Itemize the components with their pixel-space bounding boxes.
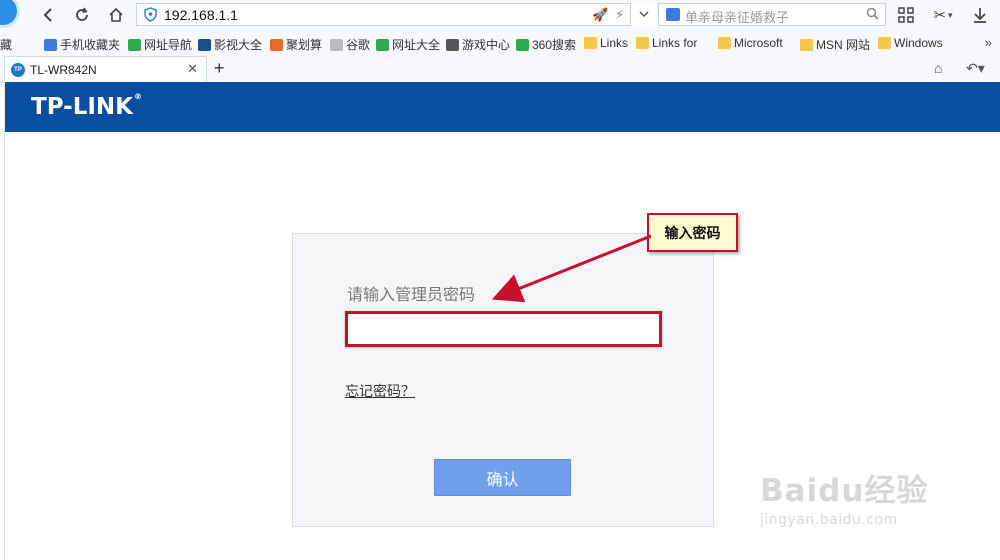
logo-registered-mark: ® bbox=[133, 92, 142, 101]
search-engine-icon[interactable] bbox=[666, 8, 680, 21]
page-header: TP-LINK® bbox=[5, 82, 1000, 132]
undo-close-icon[interactable]: ↶▾ bbox=[966, 60, 985, 77]
annotation-callout: 输入密码 bbox=[647, 213, 738, 252]
password-input[interactable] bbox=[345, 311, 662, 347]
new-tab-button[interactable]: + bbox=[214, 58, 225, 79]
tp-link-favicon-icon: TP bbox=[11, 63, 25, 77]
logo-text: TP-LINK bbox=[31, 94, 133, 120]
bookmark-label: Links bbox=[600, 36, 629, 50]
bookmark-label: Windows bbox=[894, 36, 943, 50]
browser-toolbar: 192.168.1.1 🚀 ⚡ 单亲母亲征婚救子 ✂ ▾ bbox=[0, 0, 1000, 31]
baidu-watermark: Baidu经验 jingyan.baidu.com bbox=[760, 465, 928, 528]
tp-link-logo: TP-LINK® bbox=[31, 92, 142, 120]
browser-logo-icon[interactable] bbox=[0, 0, 20, 28]
bookmark-item[interactable]: 游戏中心 bbox=[446, 36, 510, 53]
watermark-brand: Baidu经验 bbox=[760, 473, 929, 509]
bookmarks-overflow-icon[interactable]: » bbox=[985, 35, 992, 50]
deal-icon bbox=[270, 38, 283, 51]
password-prompt-label: 请输入管理员密码 bbox=[347, 287, 476, 304]
bookmark-item[interactable]: Links for bbox=[636, 36, 697, 50]
game-icon bbox=[446, 38, 459, 51]
folder-icon bbox=[636, 37, 649, 49]
video-icon bbox=[198, 38, 211, 51]
bookmark-item[interactable]: 手机收藏夹 bbox=[44, 36, 120, 53]
lightning-icon[interactable]: ⚡ bbox=[615, 7, 624, 23]
bookmark-label: Links for bbox=[652, 36, 698, 50]
security-shield-icon bbox=[144, 7, 157, 25]
folder-icon bbox=[800, 38, 813, 51]
tab-title: TL-WR842N bbox=[30, 63, 97, 77]
search-box[interactable]: 单亲母亲征婚救子 bbox=[658, 3, 886, 26]
bookmark-label: 藏 bbox=[0, 38, 13, 52]
tab-router[interactable]: TP TL-WR842N ✕ bbox=[4, 56, 207, 82]
confirm-button[interactable]: 确认 bbox=[434, 459, 571, 496]
bookmark-label: 影视大全 bbox=[214, 38, 263, 52]
bookmark-item[interactable]: Windows bbox=[878, 36, 943, 50]
refresh-button[interactable] bbox=[70, 4, 94, 26]
nav-icon bbox=[128, 38, 141, 51]
bookmark-label: 聚划算 bbox=[286, 38, 323, 52]
page-icon bbox=[330, 38, 343, 51]
bookmark-item[interactable]: 影视大全 bbox=[198, 36, 262, 53]
bookmark-item[interactable]: 谷歌 bbox=[330, 36, 370, 53]
bookmark-label: 谷歌 bbox=[346, 38, 371, 52]
bookmark-item[interactable]: 藏 bbox=[0, 36, 12, 53]
back-button[interactable] bbox=[36, 4, 60, 26]
folder-icon bbox=[878, 37, 891, 49]
watermark-url: jingyan.baidu.com bbox=[760, 512, 898, 528]
bookmark-item[interactable]: Links bbox=[584, 36, 628, 50]
screenshot-scissors-icon[interactable]: ✂ ▾ bbox=[928, 4, 958, 26]
clean-icon[interactable]: ⌂ bbox=[934, 60, 942, 76]
apps-grid-icon[interactable] bbox=[896, 4, 916, 26]
address-dropdown-button[interactable] bbox=[630, 3, 656, 26]
folder-icon bbox=[718, 37, 731, 49]
login-panel: 请输入管理员密码 忘记密码？ 确认 bbox=[292, 233, 714, 527]
phone-icon bbox=[44, 38, 57, 51]
site-icon bbox=[376, 38, 389, 51]
search-input[interactable]: 单亲母亲征婚救子 bbox=[685, 7, 789, 26]
download-icon[interactable] bbox=[970, 4, 990, 26]
tab-strip: TP TL-WR842N ✕ + ⌂ ↶▾ bbox=[0, 56, 1000, 83]
folder-icon bbox=[584, 37, 597, 49]
rocket-icon[interactable]: 🚀 bbox=[592, 7, 608, 23]
address-text[interactable]: 192.168.1.1 bbox=[164, 7, 238, 23]
bookmark-item[interactable]: 360搜索 bbox=[516, 36, 576, 53]
bookmark-item[interactable]: 网址大全 bbox=[376, 36, 440, 53]
search360-icon bbox=[516, 38, 529, 51]
tab-close-icon[interactable]: ✕ bbox=[187, 61, 198, 77]
bookmark-label: 360搜索 bbox=[532, 38, 577, 52]
bookmark-label: MSN 网站 bbox=[816, 38, 871, 52]
home-button[interactable] bbox=[104, 4, 128, 26]
bookmark-label: 网址大全 bbox=[392, 38, 441, 52]
bookmark-item[interactable]: Microsoft bbox=[718, 36, 783, 50]
bookmark-label: 网址导航 bbox=[144, 38, 193, 52]
address-bar[interactable]: 192.168.1.1 🚀 ⚡ bbox=[136, 3, 656, 26]
search-icon[interactable] bbox=[866, 7, 879, 23]
bookmark-item[interactable]: 网址导航 bbox=[128, 36, 192, 53]
bookmarks-bar: 藏 手机收藏夹 网址导航 影视大全 聚划算 谷歌 网址大全 游戏中心 360搜索 Links Lin… bbox=[0, 30, 1000, 56]
bookmark-item[interactable]: 聚划算 bbox=[270, 36, 322, 53]
bookmark-label: 游戏中心 bbox=[462, 38, 511, 52]
forgot-password-link[interactable]: 忘记密码？ bbox=[345, 381, 415, 401]
bookmark-label: Microsoft bbox=[734, 36, 783, 50]
bookmark-item[interactable]: MSN 网站 bbox=[800, 36, 870, 53]
bookmark-label: 手机收藏夹 bbox=[60, 38, 121, 52]
